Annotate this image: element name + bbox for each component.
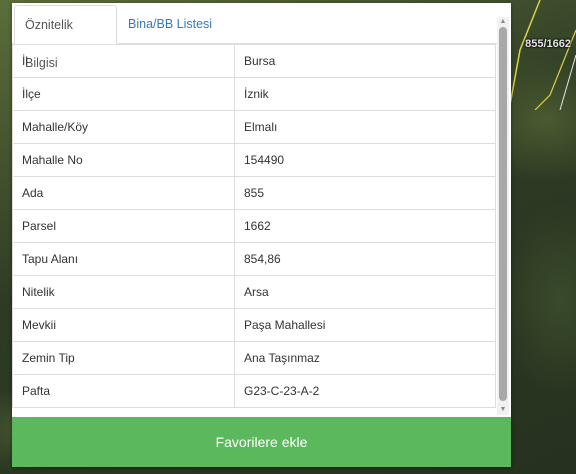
table-row: Parsel 1662 (12, 209, 496, 243)
add-to-favorites-button[interactable]: Favorilere ekle (12, 417, 511, 467)
table-row: Mahalle No 154490 (12, 143, 496, 177)
parcel-boundary-lines (510, 0, 576, 110)
attribute-value: Ana Taşınmaz (234, 341, 496, 375)
attribute-key: Mahalle No (12, 143, 235, 177)
attribute-value: İznik (234, 77, 496, 111)
table-row: Pafta G23-C-23-A-2 (12, 374, 496, 408)
attribute-value: Elmalı (234, 110, 496, 144)
attribute-table: İl Bursa İlçe İznik Mahalle/Köy Elmalı M… (12, 44, 496, 408)
table-row: Tapu Alanı 854,86 (12, 242, 496, 276)
tab-bar: Öznitelik Bilgisi Bina/BB Listesi (12, 3, 497, 70)
attribute-table-container[interactable]: İl Bursa İlçe İznik Mahalle/Köy Elmalı M… (12, 44, 496, 417)
parcel-map-label: 855/1662 (525, 38, 571, 50)
attribute-key: Ada (12, 176, 235, 210)
table-row: İl Bursa (12, 44, 496, 78)
table-row: İlçe İznik (12, 77, 496, 111)
attribute-popup: Öznitelik Bilgisi Bina/BB Listesi İl Bur… (12, 3, 511, 467)
attribute-value: G23-C-23-A-2 (234, 374, 496, 408)
attribute-value: 154490 (234, 143, 496, 177)
table-row: Mevkii Paşa Mahallesi (12, 308, 496, 342)
table-row: Mahalle/Köy Elmalı (12, 110, 496, 144)
scroll-up-icon[interactable]: ▲ (497, 17, 509, 27)
tab-building-list[interactable]: Bina/BB Listesi (118, 5, 222, 43)
table-row: Nitelik Arsa (12, 275, 496, 309)
attribute-key: İlçe (12, 77, 235, 111)
table-row: Ada 855 (12, 176, 496, 210)
attribute-key: İl (12, 44, 235, 78)
scrollbar-thumb[interactable] (499, 27, 507, 401)
attribute-value: 854,86 (234, 242, 496, 276)
attribute-value: 855 (234, 176, 496, 210)
attribute-key: Pafta (12, 374, 235, 408)
attribute-value: Paşa Mahallesi (234, 308, 496, 342)
attribute-key: Tapu Alanı (12, 242, 235, 276)
attribute-value: 1662 (234, 209, 496, 243)
attribute-key: Mahalle/Köy (12, 110, 235, 144)
attribute-value: Bursa (234, 44, 496, 78)
tab-attribute-info[interactable]: Öznitelik Bilgisi (14, 5, 117, 70)
attribute-key: Zemin Tip (12, 341, 235, 375)
scroll-down-icon[interactable]: ▼ (497, 405, 509, 415)
vertical-scrollbar[interactable]: ▲ ▼ (497, 17, 509, 415)
attribute-value: Arsa (234, 275, 496, 309)
attribute-key: Parsel (12, 209, 235, 243)
attribute-key: Mevkii (12, 308, 235, 342)
table-row: Zemin Tip Ana Taşınmaz (12, 341, 496, 375)
attribute-key: Nitelik (12, 275, 235, 309)
